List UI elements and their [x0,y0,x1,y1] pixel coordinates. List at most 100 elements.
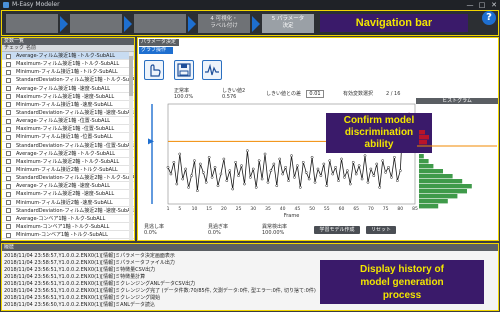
row-checkbox[interactable] [6,224,11,230]
row-label: Minimum-フィルム接近1軸 -位置-SubALL [16,134,113,141]
generate-model-button[interactable]: 学習モデル作成 [314,226,360,234]
save-tool-button[interactable] [174,60,194,80]
data-point [178,152,182,156]
list-item[interactable]: Minimum-フィルム接近1軸 -速度-SubALL [2,100,134,109]
nav-step-3[interactable] [134,14,186,33]
log-line: 2018/11/04 23:56:51,Y1.0.0.2.ENX0(1)[情報]… [4,295,161,301]
row-checkbox[interactable] [6,110,11,116]
row-checkbox[interactable] [6,102,11,108]
log-line: 2018/11/04 23:56:51,Y1.0.0.2.ENX0(1)[情報]… [4,281,196,287]
list-item[interactable]: Maximum-フィルム接近2軸 -トルク-SubALL [2,157,134,166]
data-point [310,155,314,159]
list-item[interactable]: Minimum-フィルム接近2軸 -速度-SubALL [2,198,134,207]
row-checkbox[interactable] [6,216,11,222]
histogram-bar [419,179,463,184]
row-checkbox[interactable] [6,200,11,206]
minimize-button[interactable]: — [464,0,476,10]
data-point [316,167,320,171]
histogram-header: ヒストグラム [416,98,498,104]
hand-pointer-icon [150,64,161,77]
chart-tool-button[interactable] [202,60,222,80]
row-checkbox[interactable] [6,118,11,124]
row-checkbox[interactable] [6,86,11,92]
variable-list-scrollbar[interactable] [129,52,133,240]
row-checkbox[interactable] [6,191,11,197]
abnormal-rate-value: 100.00% [262,230,285,236]
histogram-bar [419,159,429,164]
list-item[interactable]: StandardDeviation-フィルム接近1軸 -位置-SubALL [2,141,134,150]
row-checkbox[interactable] [6,126,11,132]
data-point [296,164,299,168]
list-item[interactable]: Average-フィルム接近2軸 -トルク-SubALL [2,149,134,158]
list-item[interactable]: Maximum-フィルム接近1軸 -トルク-SubALL [2,60,134,69]
list-item[interactable]: Average-フィルム接近1軸 -速度-SubALL [2,84,134,93]
row-checkbox[interactable] [6,53,11,59]
list-item[interactable]: StandardDeviation-フィルム接近2軸 -トルク-SubALL [2,174,134,183]
data-point [266,180,270,184]
list-item[interactable]: StandardDeviation-フィルム接近2軸 -速度-SubALL [2,206,135,215]
list-item[interactable]: Average-フィルム接近1軸 -トルク-SubALL [2,52,134,61]
log-line: 2018/11/04 23:56:51,Y1.0.0.2.ENX0(1)[情報]… [4,267,156,273]
list-item[interactable]: StandardDeviation-フィルム接近1軸 -トルク-SubALL [2,76,134,85]
column-name[interactable]: 名前 [26,45,36,52]
data-point [348,182,352,186]
row-checkbox[interactable] [6,61,11,67]
row-checkbox[interactable] [6,159,11,165]
nav-step-4[interactable]: 4 可視化・ ラベル付け [198,14,250,33]
close-button[interactable]: ✕ [488,0,500,10]
list-item[interactable]: Minimum-フィルム接近2軸 -トルク-SubALL [2,165,134,175]
list-item[interactable]: StandardDeviation-コンベア1軸 -トルク-SubALL [2,239,134,240]
row-checkbox[interactable] [6,69,11,75]
list-item[interactable]: Average-フィルム接近1軸 -位置-SubALL [2,117,134,126]
data-point [246,149,249,153]
nav-step-1[interactable] [6,14,58,33]
tab-parameter[interactable]: パラメータ決定 [139,39,179,46]
list-item[interactable]: Maximum-フィルム接近1軸 -速度-SubALL [2,92,134,101]
maximize-button[interactable]: □ [476,0,488,10]
reset-button[interactable]: リセット [366,226,396,234]
data-point [269,169,273,173]
row-checkbox[interactable] [6,151,11,157]
data-point [198,162,202,166]
scrollbar-thumb[interactable] [129,56,133,96]
data-point [254,185,258,189]
data-point [334,165,337,169]
column-check[interactable]: チェック [4,45,24,52]
list-item[interactable]: Maximum-コンベア1軸 -トルク-SubALL [2,222,134,232]
data-point [234,160,237,164]
row-checkbox[interactable] [6,94,11,100]
list-item[interactable]: Minimum-フィルム接近1軸 -トルク-SubALL [2,68,134,77]
data-point [251,167,255,171]
row-checkbox[interactable] [6,232,11,238]
list-item[interactable]: Average-コンベア1軸 -トルク-SubALL [2,214,134,223]
nav-step-5[interactable]: 5 パラメータ 決定 [262,14,314,33]
row-label: StandardDeviation-フィルム接近2軸 -速度-SubALL [16,207,135,214]
over-rate-value: 0.0% [208,230,221,236]
row-checkbox[interactable] [6,77,11,83]
data-point [190,174,193,178]
row-checkbox[interactable] [6,208,11,214]
list-item[interactable]: Minimum-フィルム接近1軸 -位置-SubALL [2,133,134,142]
list-item[interactable]: Average-フィルム接近2軸 -速度-SubALL [2,182,134,191]
help-icon[interactable]: ? [482,11,496,25]
x-tick-label: 70 [368,206,374,212]
row-checkbox[interactable] [6,183,11,189]
threshold-dist-input[interactable]: 0.01 [306,90,324,98]
tab-graph-ops[interactable]: グラフ操作 [139,47,173,54]
row-checkbox[interactable] [6,134,11,140]
pointer-tool-button[interactable] [144,60,164,80]
row-checkbox[interactable] [6,143,11,149]
list-item[interactable]: Maximum-フィルム接近2軸 -速度-SubALL [2,190,134,199]
row-checkbox[interactable] [6,175,11,181]
data-point [196,189,199,193]
list-item[interactable]: Maximum-フィルム接近1軸 -位置-SubALL [2,125,134,134]
data-point [381,159,385,163]
list-item[interactable]: Minimum-コンベア1軸 -トルク-SubALL [2,231,134,240]
row-checkbox[interactable] [6,167,11,173]
data-point [328,159,332,163]
data-point [293,175,296,179]
list-item[interactable]: StandardDeviation-フィルム接近1軸 -速度-SubALL [2,108,134,118]
title-bar: M-Easy Modeler — □ ✕ [0,0,500,10]
nav-step-2[interactable] [70,14,122,33]
histogram-bar [419,169,443,174]
